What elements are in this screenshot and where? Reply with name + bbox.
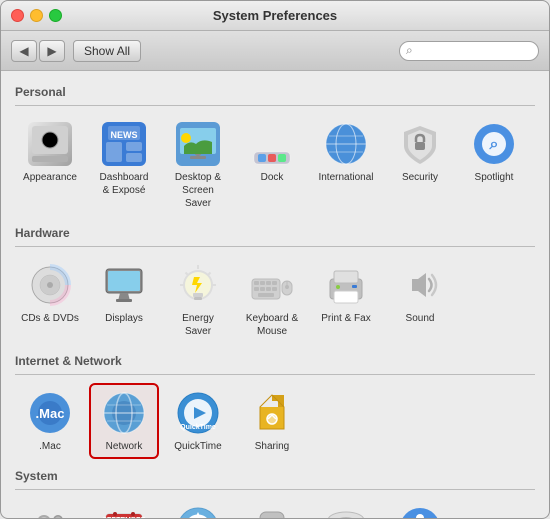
section-label-internet-network: Internet & Network <box>15 354 535 368</box>
pref-item-dock[interactable]: Dock <box>237 114 307 216</box>
search-box: ⌕ <box>399 41 539 61</box>
system-grid: Accounts SEPTEMBER 18 Date & Time <box>15 498 535 518</box>
network-label: Network <box>106 440 143 453</box>
sharing-label: Sharing <box>255 440 289 453</box>
pref-item-desktop-screensaver[interactable]: Desktop & Screen Saver <box>163 114 233 216</box>
network-icon <box>100 389 148 437</box>
pref-item-security[interactable]: Security <box>385 114 455 216</box>
pref-item-date-time[interactable]: SEPTEMBER 18 Date & Time <box>89 498 159 518</box>
energy-saver-label: Energy Saver <box>169 312 227 338</box>
svg-text:.Mac: .Mac <box>36 406 65 421</box>
show-all-button[interactable]: Show All <box>73 40 141 62</box>
sharing-icon <box>248 389 296 437</box>
svg-text:⌕: ⌕ <box>489 136 499 153</box>
titlebar: System Preferences <box>1 1 549 31</box>
appearance-icon <box>26 120 74 168</box>
section-divider-hardware <box>15 246 535 247</box>
svg-text:SEPTEMBER: SEPTEMBER <box>102 517 146 518</box>
section-label-hardware: Hardware <box>15 226 535 240</box>
close-button[interactable] <box>11 9 24 22</box>
cds-dvds-label: CDs & DVDs <box>21 312 79 325</box>
pref-item-print-fax[interactable]: Print & Fax <box>311 255 381 344</box>
spotlight-icon: ⌕ <box>470 120 518 168</box>
search-input[interactable] <box>399 41 539 61</box>
back-button[interactable]: ◀ <box>11 40 37 62</box>
mac-icon: .Mac <box>26 389 74 437</box>
date-time-icon: SEPTEMBER 18 <box>100 504 148 518</box>
pref-item-energy-saver[interactable]: Energy Saver <box>163 255 233 344</box>
spotlight-label: Spotlight <box>475 171 514 184</box>
sound-icon <box>396 261 444 309</box>
section-label-personal: Personal <box>15 85 535 99</box>
svg-text:QuickTime: QuickTime <box>180 424 216 431</box>
nav-buttons: ◀ ▶ <box>11 40 65 62</box>
international-label: International <box>318 171 373 184</box>
pref-item-sound[interactable]: Sound <box>385 255 455 344</box>
keyboard-mouse-icon <box>248 261 296 309</box>
energy-saver-icon <box>174 261 222 309</box>
desktop-screensaver-icon <box>174 120 222 168</box>
search-icon: ⌕ <box>406 43 413 58</box>
speech-icon <box>248 504 296 518</box>
pref-item-international[interactable]: International <box>311 114 381 216</box>
section-divider-personal <box>15 105 535 106</box>
pref-item-mac[interactable]: .Mac .Mac <box>15 383 85 459</box>
print-fax-icon <box>322 261 370 309</box>
security-label: Security <box>402 171 438 184</box>
system-preferences-window: System Preferences ◀ ▶ Show All ⌕ Person… <box>0 0 550 519</box>
internet-network-grid: .Mac .Mac Network <box>15 383 535 459</box>
pref-item-dashboard-expose[interactable]: NEWS Dashboard & Exposé <box>89 114 159 216</box>
dashboard-expose-label: Dashboard & Exposé <box>95 171 153 197</box>
pref-item-accounts[interactable]: Accounts <box>15 498 85 518</box>
hardware-grid: CDs & DVDs Displays <box>15 255 535 344</box>
pref-item-sharing[interactable]: Sharing <box>237 383 307 459</box>
toolbar: ◀ ▶ Show All ⌕ <box>1 31 549 71</box>
pref-item-software-update[interactable]: Software Update <box>163 498 233 518</box>
cds-dvds-icon <box>26 261 74 309</box>
dashboard-expose-icon: NEWS <box>100 120 148 168</box>
pref-item-cds-dvds[interactable]: CDs & DVDs <box>15 255 85 344</box>
print-fax-label: Print & Fax <box>321 312 370 325</box>
quicktime-label: QuickTime <box>174 440 221 453</box>
displays-icon <box>100 261 148 309</box>
sound-label: Sound <box>406 312 435 325</box>
universal-access-icon <box>396 504 444 518</box>
accounts-icon <box>26 504 74 518</box>
pref-item-quicktime[interactable]: QuickTime QuickTime <box>163 383 233 459</box>
pref-item-startup-disk[interactable]: Startup Disk <box>311 498 381 518</box>
software-update-icon <box>174 504 222 518</box>
quicktime-icon: QuickTime <box>174 389 222 437</box>
mac-label: .Mac <box>39 440 61 453</box>
personal-grid: Appearance NEWS Dashboard & Exposé <box>15 114 535 216</box>
international-icon <box>322 120 370 168</box>
window-title: System Preferences <box>213 8 337 23</box>
section-label-system: System <box>15 469 535 483</box>
pref-item-network[interactable]: Network <box>89 383 159 459</box>
appearance-label: Appearance <box>23 171 77 184</box>
security-icon <box>396 120 444 168</box>
section-divider-internet-network <box>15 374 535 375</box>
forward-button[interactable]: ▶ <box>39 40 65 62</box>
pref-item-spotlight[interactable]: ⌕ Spotlight <box>459 114 529 216</box>
startup-disk-icon <box>322 504 370 518</box>
keyboard-mouse-label: Keyboard & Mouse <box>243 312 301 338</box>
maximize-button[interactable] <box>49 9 62 22</box>
section-divider-system <box>15 489 535 490</box>
minimize-button[interactable] <box>30 9 43 22</box>
pref-item-speech[interactable]: Speech <box>237 498 307 518</box>
pref-item-universal-access[interactable]: Universal Access <box>385 498 455 518</box>
pref-item-appearance[interactable]: Appearance <box>15 114 85 216</box>
pref-item-displays[interactable]: Displays <box>89 255 159 344</box>
preferences-content: Personal <box>1 71 549 518</box>
traffic-lights <box>11 9 62 22</box>
dock-label: Dock <box>261 171 284 184</box>
displays-label: Displays <box>105 312 143 325</box>
desktop-screensaver-label: Desktop & Screen Saver <box>169 171 227 210</box>
dock-icon <box>248 120 296 168</box>
pref-item-keyboard-mouse[interactable]: Keyboard & Mouse <box>237 255 307 344</box>
